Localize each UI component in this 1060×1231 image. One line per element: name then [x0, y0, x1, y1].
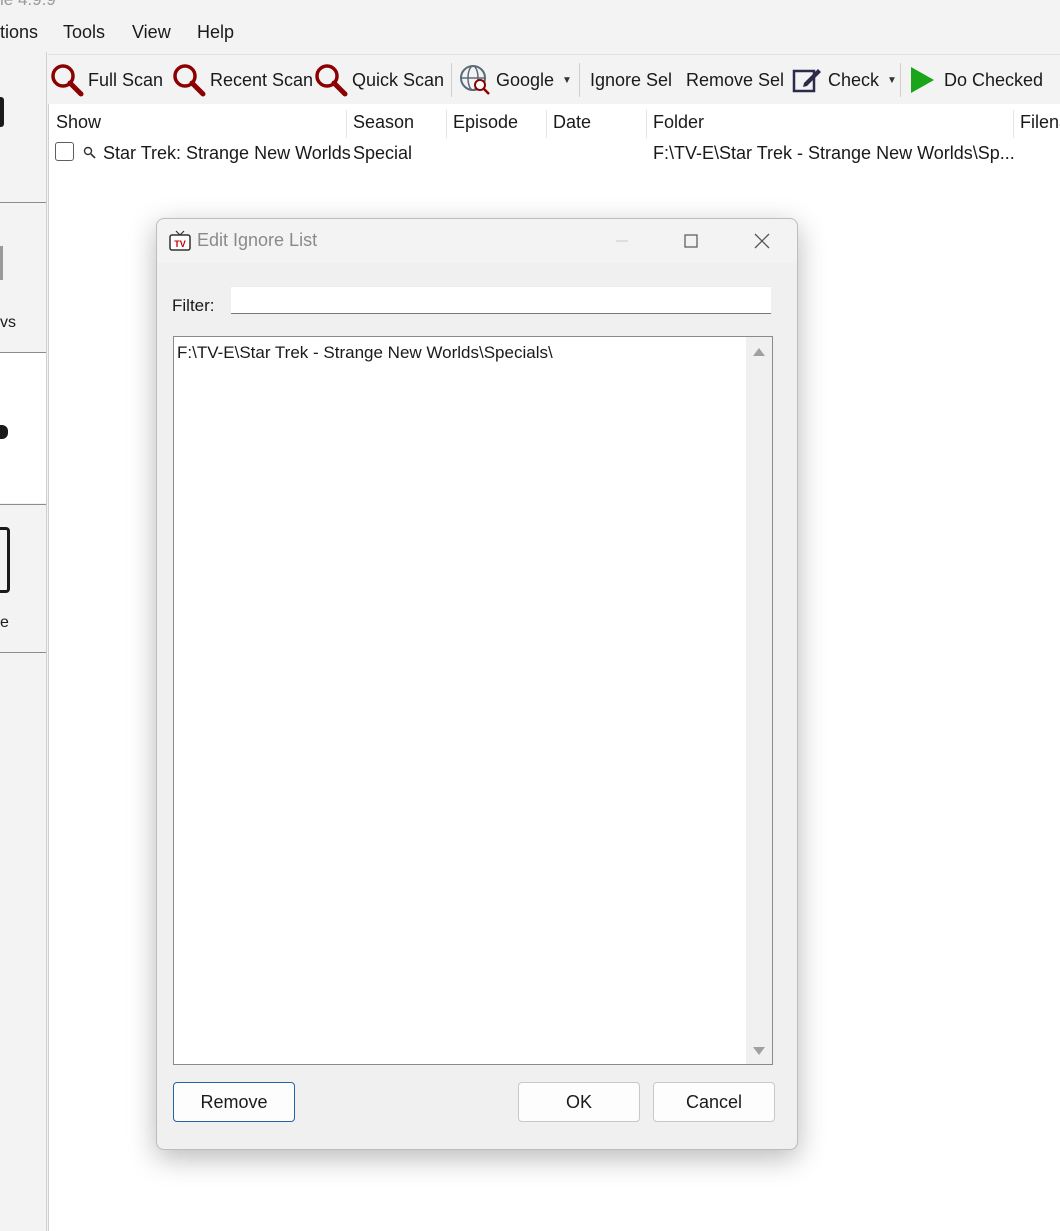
menu-tools[interactable]: Tools: [63, 22, 105, 43]
maximize-button[interactable]: [676, 227, 706, 255]
edit-ignore-list-dialog: TV Edit Ignore List Filter: F:\TV-E\Star…: [156, 218, 798, 1150]
row-show: Star Trek: Strange New Worlds: [103, 143, 351, 163]
vertical-scrollbar[interactable]: [746, 337, 772, 1064]
nav-divider: [0, 652, 46, 653]
toolbar: Full Scan Recent Scan Quick Scan Google …: [48, 54, 1060, 105]
menu-options[interactable]: tions: [0, 22, 38, 43]
dialog-titlebar[interactable]: TV Edit Ignore List: [157, 219, 797, 263]
toolbar-separator: [579, 63, 580, 97]
recent-scan-label: Recent Scan: [210, 69, 314, 90]
column-divider[interactable]: [546, 110, 547, 138]
column-divider[interactable]: [1013, 110, 1014, 138]
column-header-episode[interactable]: Episode: [453, 112, 518, 133]
column-header-folder[interactable]: Folder: [653, 112, 704, 133]
filter-input[interactable]: [231, 286, 771, 314]
remove-button[interactable]: Remove: [173, 1082, 295, 1122]
ignore-sel-button[interactable]: Ignore Sel: [590, 63, 672, 97]
dialog-title: Edit Ignore List: [197, 230, 318, 250]
close-icon: [754, 233, 770, 249]
ignore-sel-label: Ignore Sel: [590, 69, 673, 90]
column-divider[interactable]: [446, 110, 447, 138]
menu-help[interactable]: Help: [197, 22, 234, 43]
scroll-down-icon[interactable]: [753, 1047, 765, 1055]
nav-icon-partial: [0, 246, 3, 280]
check-button[interactable]: Check ▼: [790, 63, 897, 97]
nav-divider: [0, 504, 46, 505]
ok-button[interactable]: OK: [518, 1082, 640, 1122]
column-divider[interactable]: [346, 110, 347, 138]
row-checkbox[interactable]: [55, 142, 74, 161]
do-checked-button[interactable]: Do Checked: [906, 63, 1043, 97]
row-folder: F:\TV-E\Star Trek - Strange New Worlds\S…: [653, 143, 1015, 163]
chevron-down-icon[interactable]: ▼: [887, 75, 897, 86]
check-label: Check: [828, 69, 880, 90]
tv-icon: TV: [169, 230, 191, 251]
magnifier-icon: [315, 64, 348, 97]
globe-search-icon: [460, 65, 490, 95]
nav-item-selected[interactable]: [0, 353, 46, 503]
edit-icon: [792, 69, 821, 93]
menu-view[interactable]: View: [132, 22, 171, 43]
window-title: le 4.9.9: [0, 0, 56, 10]
column-header-season[interactable]: Season: [353, 112, 414, 133]
scroll-up-icon[interactable]: [753, 348, 765, 356]
row-season: Special: [353, 143, 413, 163]
google-button[interactable]: Google ▼: [458, 63, 572, 97]
full-scan-label: Full Scan: [88, 69, 164, 90]
play-icon: [911, 67, 934, 93]
quick-scan-label: Quick Scan: [352, 69, 445, 90]
chevron-down-icon[interactable]: ▼: [562, 75, 572, 86]
maximize-icon: [684, 234, 698, 248]
left-nav-pane: vs e: [0, 52, 47, 1231]
nav-icon-partial: [0, 425, 8, 439]
nav-label[interactable]: vs: [0, 314, 16, 332]
minimize-button[interactable]: [607, 227, 637, 255]
close-button[interactable]: [747, 227, 777, 255]
nav-icon-partial: [0, 97, 4, 127]
filter-label: Filter:: [172, 296, 215, 315]
minimize-icon: [616, 240, 628, 242]
nav-icon-partial: [0, 527, 10, 593]
toolbar-separator: [451, 63, 452, 97]
magnifier-icon: [83, 146, 96, 159]
recent-scan-button[interactable]: Recent Scan: [172, 63, 313, 97]
nav-divider: [0, 202, 46, 203]
toolbar-separator: [900, 63, 901, 97]
ignore-listbox[interactable]: F:\TV-E\Star Trek - Strange New Worlds\S…: [173, 336, 773, 1065]
magnifier-icon: [51, 64, 84, 97]
remove-sel-label: Remove Sel: [686, 69, 785, 90]
magnifier-icon: [173, 64, 206, 97]
cancel-button[interactable]: Cancel: [653, 1082, 775, 1122]
nav-label[interactable]: e: [0, 614, 9, 632]
full-scan-button[interactable]: Full Scan: [50, 63, 163, 97]
column-header-date[interactable]: Date: [553, 112, 591, 133]
list-item[interactable]: F:\TV-E\Star Trek - Strange New Worlds\S…: [177, 343, 553, 363]
remove-sel-button[interactable]: Remove Sel: [686, 63, 784, 97]
svg-text:TV: TV: [174, 239, 186, 249]
do-checked-label: Do Checked: [944, 69, 1044, 90]
google-label: Google: [496, 69, 555, 90]
column-header-filename[interactable]: Filena: [1020, 112, 1060, 133]
column-header-show[interactable]: Show: [56, 112, 101, 133]
quick-scan-button[interactable]: Quick Scan: [314, 63, 444, 97]
column-divider[interactable]: [646, 110, 647, 138]
